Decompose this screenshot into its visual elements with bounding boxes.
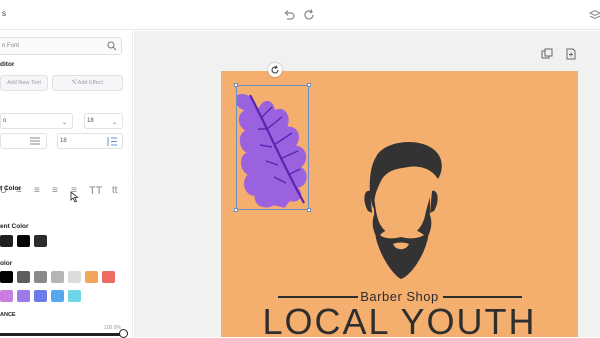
font-family-value: o [3,118,7,124]
color-swatch[interactable] [68,290,81,302]
color-swatch[interactable] [17,271,30,283]
search-icon[interactable] [107,41,117,51]
balance-title: ANCE [0,312,16,318]
font-family-select[interactable]: o ⌄ [0,113,73,129]
breadcrumb[interactable]: s [2,9,6,18]
letter-spacing-input[interactable] [0,133,47,149]
search-placeholder: n Font [2,43,20,49]
opacity-value: 100.0% [104,325,121,331]
color-swatch[interactable] [68,271,81,283]
add-page-icon[interactable] [565,48,577,60]
line-height-icon [107,137,117,146]
barber-head-graphic[interactable] [352,139,448,281]
color-swatch[interactable] [34,290,47,302]
resize-handle-top-right[interactable] [307,83,311,87]
chevron-down-icon: ⌄ [111,120,117,126]
editor-title: ditor [0,61,15,68]
color-swatch[interactable] [102,271,115,283]
undo-icon[interactable] [282,8,296,22]
resize-handle-bottom-right[interactable] [307,208,311,212]
color-swatch[interactable] [17,290,30,302]
color-swatch[interactable] [51,271,64,283]
uppercase-icon[interactable]: TT [89,185,102,197]
top-bar: s [0,0,600,30]
color-swatch[interactable] [0,271,13,283]
color-swatch[interactable] [0,235,13,247]
chevron-down-icon: ⌄ [61,120,67,126]
refresh-icon[interactable] [302,8,316,22]
font-size-value: 18 [87,118,94,124]
editor-panel: n Font ditor Add New Text ⤭ Add Effect o… [0,31,133,338]
font-size-select[interactable]: 18 ⌄ [84,113,123,129]
color-swatch[interactable] [85,271,98,283]
lowercase-icon[interactable]: tt [112,185,118,196]
rotate-handle[interactable] [268,63,282,77]
selection-box[interactable] [236,85,309,210]
line-height-input[interactable]: 18 [57,133,123,149]
line-height-value: 18 [60,138,67,144]
mouse-cursor-icon [70,191,79,203]
color-swatch[interactable] [34,235,47,247]
align-right-icon[interactable]: ≡ [52,185,58,196]
align-center-icon[interactable]: ≡ [34,185,40,196]
resize-handle-top-left[interactable] [234,83,238,87]
color-swatch[interactable] [34,271,47,283]
letter-spacing-icon [30,137,40,145]
rotate-icon [271,65,279,74]
font-search-input[interactable]: n Font [0,37,122,55]
add-effect-button[interactable]: ⤭ Add Effect [52,75,123,91]
resize-handle-bottom-left[interactable] [234,208,238,212]
color-swatch[interactable] [0,290,13,302]
add-new-text-label: Add New Text [7,80,41,86]
layers-icon[interactable] [588,8,600,22]
text-color-title: t Color [0,185,21,192]
add-effect-label: Add Effect [77,80,103,86]
local-youth-title[interactable]: LOCAL YOUTH [221,302,578,337]
color-title: olor [0,260,13,267]
duplicate-page-icon[interactable] [541,48,553,60]
color-swatch[interactable] [17,235,30,247]
color-swatch[interactable] [51,290,64,302]
add-new-text-button[interactable]: Add New Text [0,75,48,91]
recent-color-title: ent Color [0,223,29,230]
opacity-slider-track[interactable] [0,333,125,336]
